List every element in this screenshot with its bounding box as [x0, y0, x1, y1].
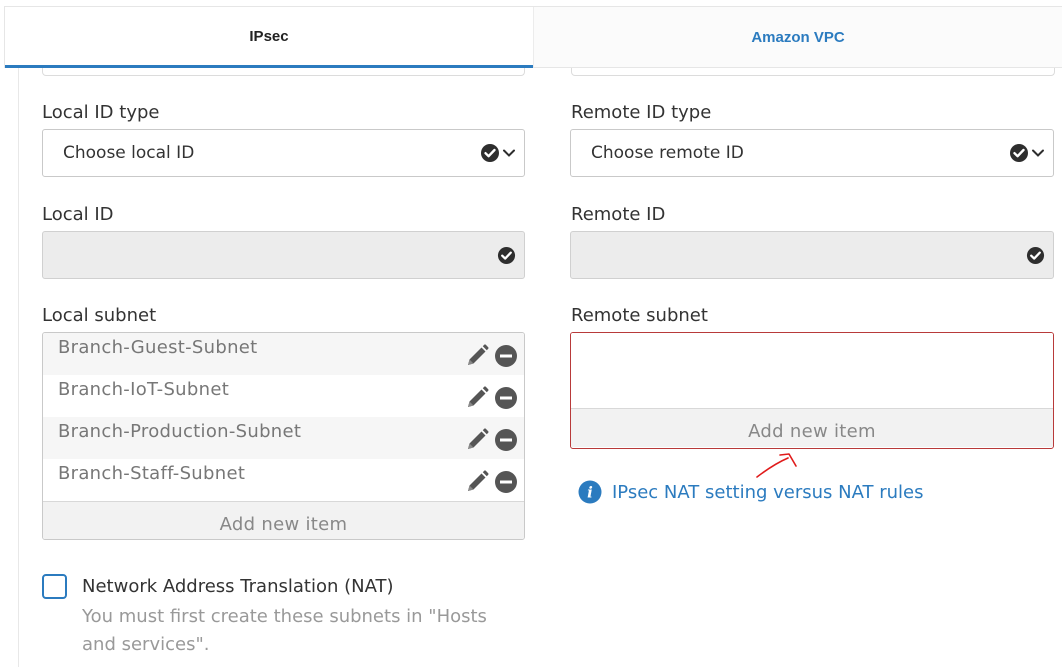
- check-circle-icon: [1010, 144, 1028, 162]
- list-item: Branch-Guest-Subnet: [43, 333, 524, 375]
- chevron-down-icon: [503, 149, 515, 157]
- nat-checkbox[interactable]: [42, 574, 67, 599]
- svg-text:i: i: [587, 484, 593, 502]
- ipsec-nat-info-link[interactable]: i IPsec NAT setting versus NAT rules: [578, 480, 924, 504]
- list-item-label: Branch-Guest-Subnet: [58, 337, 258, 358]
- remove-icon[interactable]: [494, 428, 518, 452]
- nat-label[interactable]: Network Address Translation (NAT): [82, 576, 394, 597]
- remote-subnet-add-button[interactable]: Add new item: [571, 408, 1053, 447]
- local-id-type-value: Choose local ID: [63, 143, 195, 163]
- chevron-down-icon: [1032, 149, 1044, 157]
- nat-hint: You must first create these subnets in "…: [82, 606, 487, 655]
- remote-id-type-label: Remote ID type: [571, 102, 712, 123]
- list-item-label: Branch-Production-Subnet: [58, 421, 302, 442]
- pencil-icon[interactable]: [464, 343, 490, 369]
- remove-icon[interactable]: [494, 470, 518, 494]
- list-item: Branch-Staff-Subnet: [43, 459, 524, 501]
- local-id-type-icons: [480, 143, 516, 163]
- annotation-arrow: [756, 453, 797, 478]
- tab-ipsec[interactable]: IPsec: [5, 7, 533, 68]
- info-icon: i: [578, 480, 602, 504]
- list-item-label: Branch-Staff-Subnet: [58, 463, 246, 484]
- info-link-text: IPsec NAT setting versus NAT rules: [612, 481, 924, 503]
- list-item: Branch-Production-Subnet: [43, 417, 524, 459]
- tab-bar: IPsec Amazon VPC: [4, 6, 1062, 68]
- field-stub-right: [571, 68, 1055, 76]
- remote-id-type-icons: [1009, 143, 1045, 163]
- remote-id-type-select[interactable]: Choose remote ID: [570, 129, 1054, 177]
- remove-icon[interactable]: [494, 386, 518, 410]
- pencil-icon[interactable]: [464, 427, 490, 453]
- tab-amazon-vpc[interactable]: Amazon VPC: [533, 7, 1062, 68]
- check-circle-icon: [1026, 246, 1045, 265]
- remote-subnet-label: Remote subnet: [571, 305, 708, 326]
- check-circle-icon: [497, 246, 516, 265]
- local-subnet-add-button[interactable]: Add new item: [43, 501, 524, 539]
- local-subnet-list: Branch-Guest-Subnet Branch-IoT-Subnet Br…: [42, 332, 525, 540]
- remote-subnet-empty-area: [571, 333, 1053, 408]
- remote-id-type-value: Choose remote ID: [591, 143, 744, 163]
- remove-icon[interactable]: [494, 344, 518, 368]
- field-stub-left: [42, 68, 525, 76]
- check-circle-icon: [481, 144, 499, 162]
- pencil-icon[interactable]: [464, 469, 490, 495]
- local-subnet-label: Local subnet: [42, 305, 157, 326]
- pencil-icon[interactable]: [464, 385, 490, 411]
- local-id-type-label: Local ID type: [42, 102, 160, 123]
- list-item-label: Branch-IoT-Subnet: [58, 379, 230, 400]
- remote-id-field: [570, 231, 1054, 279]
- remote-subnet-list: Add new item: [570, 332, 1054, 449]
- local-id-type-select[interactable]: Choose local ID: [42, 129, 525, 177]
- local-id-field: [42, 231, 525, 279]
- remote-id-label: Remote ID: [571, 204, 666, 225]
- list-item: Branch-IoT-Subnet: [43, 375, 524, 417]
- local-id-label: Local ID: [42, 204, 114, 225]
